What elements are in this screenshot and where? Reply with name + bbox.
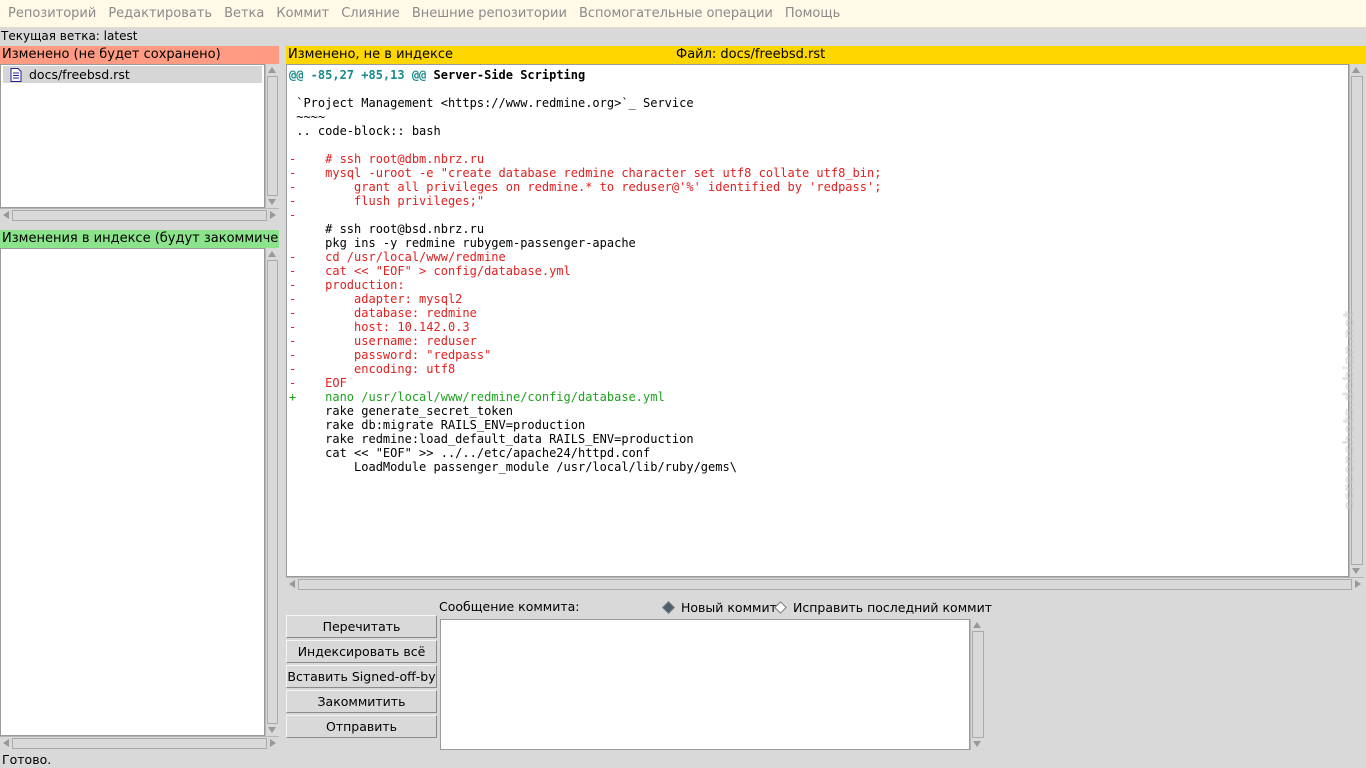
diff-deleted-line: - flush privileges;" [289,194,485,208]
menu-branch[interactable]: Ветка [218,6,270,21]
diff-context-line: pkg ins -y redmine rubygem-passenger-apa… [289,236,636,250]
staged-changes-header: Изменения в индексе (будут закоммичены) [0,230,279,248]
menu-tools[interactable]: Вспомогательные операции [573,6,779,21]
diff-added-line: + nano /usr/local/www/redmine/config/dat… [289,390,665,404]
diff-context-line [287,138,1348,152]
scroll-left-arrow-icon[interactable] [289,580,295,588]
menu-edit[interactable]: Редактировать [102,6,218,21]
commit-message-input[interactable] [440,619,970,750]
diff-horizontal-scrollbar[interactable] [286,577,1364,591]
menu-repository[interactable]: Репозиторий [2,6,102,21]
diff-status: Изменено, не в индексе [288,47,454,62]
scroll-right-arrow-icon[interactable] [1355,580,1361,588]
branch-label: Текущая ветка: [1,29,100,43]
status-bar: Готово. [2,752,52,767]
branch-name: latest [103,29,138,43]
diff-deleted-line: - cat << "EOF" > config/database.yml [289,264,571,278]
scroll-down-arrow-icon[interactable] [1352,568,1360,574]
diff-context-line: cat << "EOF" >> ../../etc/apache24/httpd… [289,446,651,460]
diff-deleted-line: - EOF [289,376,347,390]
staged-horizontal-scrollbar[interactable] [0,736,279,750]
diff-deleted-line: - encoding: utf8 [289,362,456,376]
scroll-thumb[interactable] [267,260,278,724]
new-commit-label: Новый коммит [681,599,777,615]
scroll-thumb[interactable] [298,579,1352,590]
diff-context-line: .. code-block:: bash [289,124,441,138]
diff-hunk-header: @@ -85,27 +85,13 @@ Server-Side Scriptin… [287,68,1348,82]
unstaged-file-name: docs/freebsd.rst [29,67,130,82]
staged-file-list[interactable] [0,248,265,736]
scroll-down-arrow-icon[interactable] [973,741,981,747]
diff-deleted-line: - database: redmine [289,306,477,320]
scroll-down-arrow-icon[interactable] [268,199,276,205]
scroll-up-arrow-icon[interactable] [973,622,981,628]
scroll-up-arrow-icon[interactable] [1352,67,1360,73]
scroll-right-arrow-icon[interactable] [270,739,276,747]
diff-lines: `Project Management <https://www.redmine… [287,82,1348,474]
scroll-right-arrow-icon[interactable] [270,211,276,219]
commit-message-label: Сообщение коммита: [439,599,580,614]
commit-button[interactable]: Закоммитить [286,690,437,713]
menu-help[interactable]: Помощь [779,6,846,21]
unstaged-horizontal-scrollbar[interactable] [0,208,279,222]
menu-remote[interactable]: Внешние репозитории [406,6,573,21]
rescan-button[interactable]: Перечитать [286,615,437,638]
diff-view[interactable]: @@ -85,27 +85,13 @@ Server-Side Scriptin… [286,64,1349,577]
scroll-thumb[interactable] [12,210,267,221]
unstaged-file-item[interactable]: docs/freebsd.rst [3,66,262,83]
commit-vertical-scrollbar[interactable] [970,619,985,750]
signoff-button[interactable]: Вставить Signed-off-by [286,665,437,688]
scroll-up-arrow-icon[interactable] [268,67,276,73]
radio-selected-icon[interactable] [662,600,675,614]
diff-context-line: rake db:migrate RAILS_ENV=production [289,418,586,432]
unstaged-changes-header: Изменено (не будет сохранено) [0,46,279,64]
diff-context-line: rake generate_secret_token [289,404,513,418]
current-branch-bar: Текущая ветка: latest [1,29,137,44]
amend-commit-label: Исправить последний коммит [793,599,992,615]
scroll-down-arrow-icon[interactable] [268,727,276,733]
diff-deleted-line: - [289,208,297,222]
menu-commit[interactable]: Коммит [270,6,335,21]
diff-deleted-line: - password: "redpass" [289,348,492,362]
amend-commit-radio[interactable]: Исправить последний коммит [774,599,992,615]
unstaged-vertical-scrollbar[interactable] [265,64,279,208]
menu-bar: Репозиторий Редактировать Ветка Коммит С… [0,0,1366,28]
hunk-range: @@ -85,27 +85,13 @@ [289,68,427,82]
diff-deleted-line: - production: [289,278,405,292]
scroll-thumb[interactable] [12,738,267,749]
hunk-title: Server-Side Scripting [433,68,586,82]
watermark: screenshots.debian.net [1340,310,1358,510]
diff-deleted-line: - cd /usr/local/www/redmine [289,250,506,264]
diff-context-line: rake redmine:load_default_data RAILS_ENV… [289,432,694,446]
push-button[interactable]: Отправить [286,715,437,738]
scroll-up-arrow-icon[interactable] [268,251,276,257]
diff-deleted-line: - grant all privileges on redmine.* to r… [289,180,882,194]
diff-file-name: Файл: docs/freebsd.rst [676,47,826,62]
diff-deleted-line: - host: 10.142.0.3 [289,320,470,334]
scroll-left-arrow-icon[interactable] [3,739,9,747]
new-commit-radio[interactable]: Новый коммит [662,599,777,615]
diff-context-line: LoadModule passenger_module /usr/local/l… [289,460,737,474]
diff-deleted-line: - username: reduser [289,334,477,348]
stage-all-button[interactable]: Индексировать всё [286,640,437,663]
unstaged-file-list[interactable]: docs/freebsd.rst [0,64,265,208]
diff-context-line [287,82,1348,96]
diff-context-line: ~~~~ [289,110,326,124]
modified-file-icon[interactable] [9,67,23,82]
diff-deleted-line: - # ssh root@dbm.nbrz.ru [289,152,485,166]
diff-deleted-line: - adapter: mysql2 [289,292,463,306]
diff-deleted-line: - mysql -uroot -e "create database redmi… [289,166,882,180]
diff-context-line: `Project Management <https://www.redmine… [289,96,694,110]
diff-context-line: # ssh root@bsd.nbrz.ru [289,222,485,236]
menu-merge[interactable]: Слияние [335,6,406,21]
scroll-thumb[interactable] [267,76,278,196]
diff-header: Изменено, не в индексе Файл: docs/freebs… [286,46,1366,64]
staged-vertical-scrollbar[interactable] [265,248,279,736]
scroll-left-arrow-icon[interactable] [3,211,9,219]
radio-unselected-icon[interactable] [774,600,787,614]
scroll-thumb[interactable] [972,631,984,738]
